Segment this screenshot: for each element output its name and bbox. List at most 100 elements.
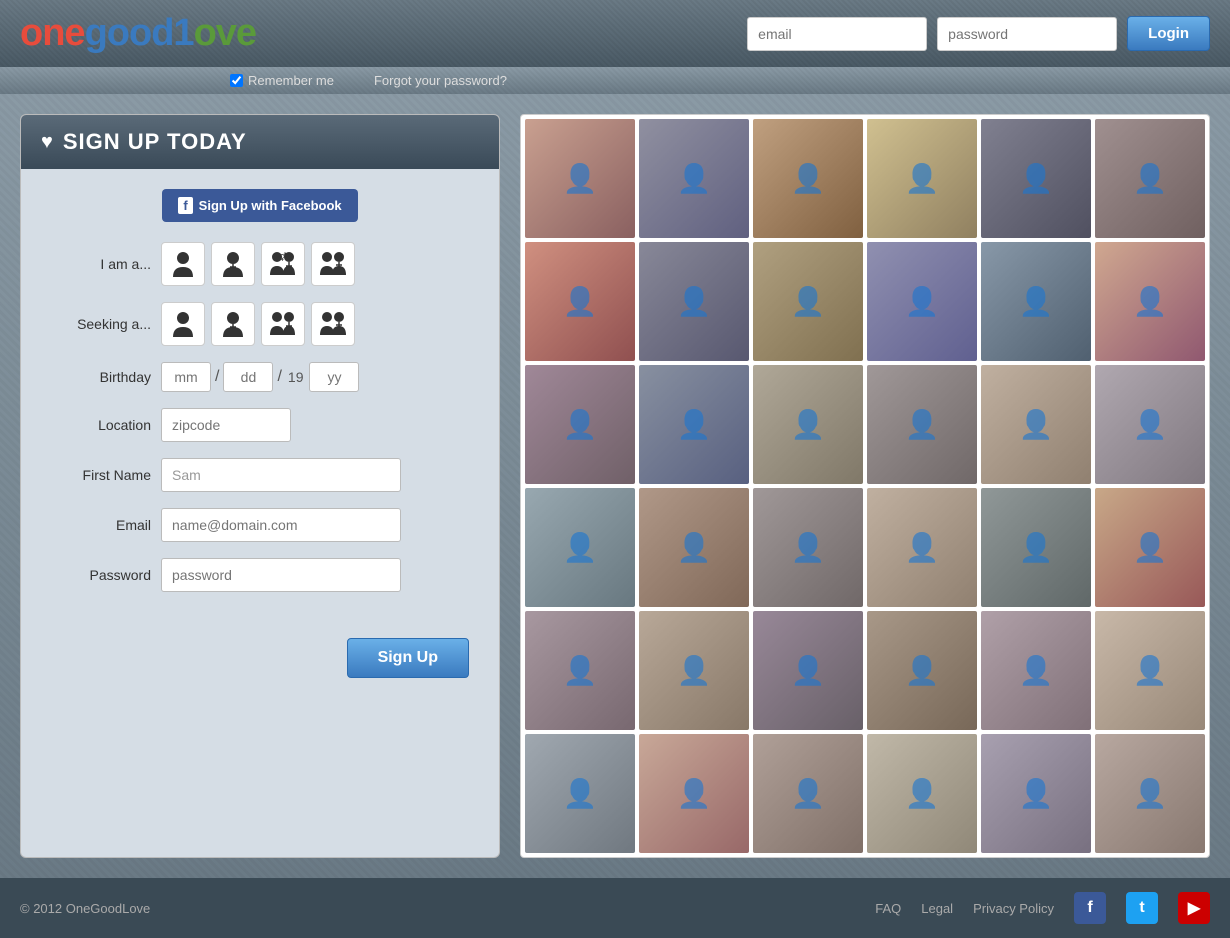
iam-man-woman-button[interactable]: ⚥ — [261, 242, 305, 286]
faq-link[interactable]: FAQ — [875, 901, 901, 916]
photo-placeholder-11: 👤 — [981, 242, 1091, 361]
birthday-year-prefix: 19 — [286, 369, 306, 385]
photo-cell-26: 👤 — [639, 611, 749, 730]
photo-cell-23: 👤 — [981, 488, 1091, 607]
facebook-icon: f — [178, 197, 192, 214]
iam-woman-button[interactable] — [211, 242, 255, 286]
logo-one: one — [20, 12, 85, 54]
location-input[interactable] — [161, 408, 291, 442]
iam-man-button[interactable] — [161, 242, 205, 286]
photo-cell-36: 👤 — [1095, 734, 1205, 853]
birthday-sep-1: / — [215, 368, 219, 386]
man-woman-icon: ⚥ — [269, 251, 297, 277]
signup-panel: ♥ SIGN UP TODAY f Sign Up with Facebook … — [20, 114, 500, 858]
photo-cell-1: 👤 — [525, 119, 635, 238]
signup-header: ♥ SIGN UP TODAY — [21, 115, 499, 169]
logo-good: good — [85, 12, 174, 54]
birthday-yy-input[interactable] — [309, 362, 359, 392]
seeking-couple-button[interactable] — [311, 302, 355, 346]
photo-cell-4: 👤 — [867, 119, 977, 238]
couple-icon — [319, 251, 347, 277]
password-label: Password — [51, 567, 151, 583]
firstname-row: First Name — [51, 458, 469, 492]
photo-placeholder-1: 👤 — [525, 119, 635, 238]
email-row: Email — [51, 508, 469, 542]
photo-placeholder-26: 👤 — [639, 611, 749, 730]
youtube-social-icon[interactable]: ▶ — [1178, 892, 1210, 924]
remember-me-label[interactable]: Remember me — [230, 73, 334, 88]
logo: onegood1ove — [20, 12, 256, 55]
seeking-man-woman-button[interactable] — [261, 302, 305, 346]
photo-cell-20: 👤 — [639, 488, 749, 607]
iam-row: I am a... — [51, 242, 469, 286]
photo-placeholder-27: 👤 — [753, 611, 863, 730]
svg-text:⚥: ⚥ — [279, 252, 286, 262]
photo-cell-28: 👤 — [867, 611, 977, 730]
photo-cell-2: 👤 — [639, 119, 749, 238]
signup-button[interactable]: Sign Up — [347, 638, 469, 678]
seeking-label: Seeking a... — [51, 316, 151, 332]
photo-cell-27: 👤 — [753, 611, 863, 730]
iam-couple-button[interactable] — [311, 242, 355, 286]
seeking-row: Seeking a... — [51, 302, 469, 346]
legal-link[interactable]: Legal — [921, 901, 953, 916]
photo-cell-30: 👤 — [1095, 611, 1205, 730]
photo-placeholder-8: 👤 — [639, 242, 749, 361]
remember-me-checkbox[interactable] — [230, 74, 243, 87]
seeking-man-woman-icon — [269, 311, 297, 337]
header-email-input[interactable] — [747, 17, 927, 51]
photo-cell-15: 👤 — [753, 365, 863, 484]
location-row: Location — [51, 408, 469, 442]
photo-placeholder-6: 👤 — [1095, 119, 1205, 238]
seeking-options — [161, 302, 355, 346]
facebook-social-icon[interactable]: f — [1074, 892, 1106, 924]
man-icon — [172, 251, 194, 277]
birthday-mm-input[interactable] — [161, 362, 211, 392]
photo-placeholder-32: 👤 — [639, 734, 749, 853]
photo-cell-6: 👤 — [1095, 119, 1205, 238]
photo-placeholder-9: 👤 — [753, 242, 863, 361]
footer-links: FAQ Legal Privacy Policy f t ▶ — [875, 892, 1210, 924]
photo-cell-21: 👤 — [753, 488, 863, 607]
photo-cell-35: 👤 — [981, 734, 1091, 853]
seeking-man-button[interactable] — [161, 302, 205, 346]
photo-cell-3: 👤 — [753, 119, 863, 238]
email-input[interactable] — [161, 508, 401, 542]
footer: © 2012 OneGoodLove FAQ Legal Privacy Pol… — [0, 878, 1230, 938]
photo-placeholder-2: 👤 — [639, 119, 749, 238]
facebook-signup-button[interactable]: f Sign Up with Facebook — [162, 189, 357, 222]
login-button[interactable]: Login — [1127, 16, 1210, 51]
photo-cell-24: 👤 — [1095, 488, 1205, 607]
birthday-label: Birthday — [51, 369, 151, 385]
birthday-dd-input[interactable] — [223, 362, 273, 392]
photo-placeholder-17: 👤 — [981, 365, 1091, 484]
password-row: Password — [51, 558, 469, 592]
header-password-input[interactable] — [937, 17, 1117, 51]
copyright-text: © 2012 OneGoodLove — [20, 901, 150, 916]
seeking-woman-button[interactable] — [211, 302, 255, 346]
header: onegood1ove Login — [0, 0, 1230, 67]
photo-cell-19: 👤 — [525, 488, 635, 607]
photo-placeholder-33: 👤 — [753, 734, 863, 853]
twitter-social-icon[interactable]: t — [1126, 892, 1158, 924]
photo-placeholder-15: 👤 — [753, 365, 863, 484]
photo-cell-10: 👤 — [867, 242, 977, 361]
iam-label: I am a... — [51, 256, 151, 272]
photo-placeholder-36: 👤 — [1095, 734, 1205, 853]
photo-cell-5: 👤 — [981, 119, 1091, 238]
photo-placeholder-7: 👤 — [525, 242, 635, 361]
birthday-inputs: / / 19 — [161, 362, 359, 392]
firstname-input[interactable] — [161, 458, 401, 492]
birthday-sep-2: / — [277, 368, 281, 386]
password-input[interactable] — [161, 558, 401, 592]
photo-cell-34: 👤 — [867, 734, 977, 853]
privacy-link[interactable]: Privacy Policy — [973, 901, 1054, 916]
photo-placeholder-21: 👤 — [753, 488, 863, 607]
woman-icon — [222, 251, 244, 277]
photo-placeholder-19: 👤 — [525, 488, 635, 607]
photo-placeholder-25: 👤 — [525, 611, 635, 730]
photo-placeholder-4: 👤 — [867, 119, 977, 238]
forgot-password-link[interactable]: Forgot your password? — [374, 73, 507, 88]
birthday-row: Birthday / / 19 — [51, 362, 469, 392]
header-sub: Remember me Forgot your password? — [0, 67, 1230, 94]
